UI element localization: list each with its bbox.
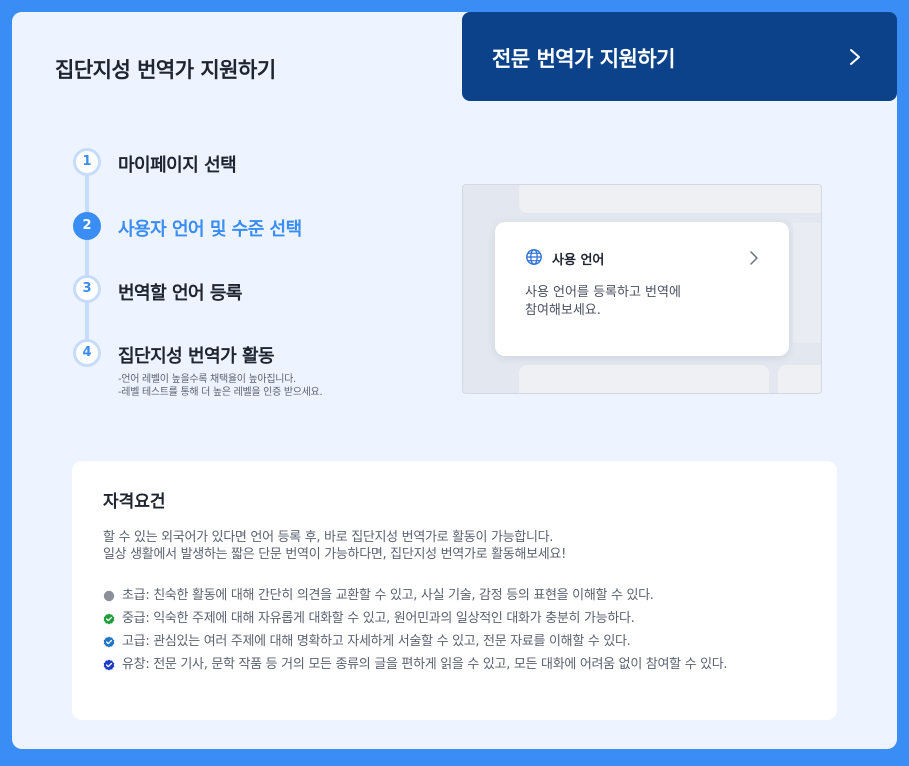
step-4-label: 집단지성 번역가 활동 bbox=[118, 346, 275, 367]
preview-bg-block bbox=[519, 185, 821, 213]
tab-pro-translator-label: 전문 번역가 지원하기 bbox=[492, 47, 676, 71]
preview-language-card: 사용 언어 사용 언어를 등록하고 번역에 참여해보세요. bbox=[495, 222, 789, 356]
step-4-note-test: -레벨 테스트를 통해 더 높은 레벨을 인증 받으세요. bbox=[118, 387, 323, 398]
level-advanced: 고급: 관심있는 여러 주제에 대해 명확하고 자세하게 서술할 수 있고, 전… bbox=[103, 633, 803, 650]
preview-illustration: 사용 언어 사용 언어를 등록하고 번역에 참여해보세요. bbox=[462, 184, 822, 394]
requirements-intro-line: 일상 생활에서 발생하는 짧은 단문 번역이 가능하다면, 집단지성 번역가로 … bbox=[103, 547, 566, 562]
preview-bg-block bbox=[793, 223, 821, 343]
requirements-card: 자격요건 할 수 있는 외국어가 있다면 언어 등록 후, 바로 집단지성 번역… bbox=[72, 461, 837, 720]
step-4-number: 4 bbox=[73, 339, 101, 367]
preview-bg-block bbox=[519, 365, 769, 393]
green-check-badge-icon bbox=[103, 613, 115, 625]
requirements-intro-line: 할 수 있는 외국어가 있다면 언어 등록 후, 바로 집단지성 번역가로 활동… bbox=[103, 530, 554, 545]
preview-bg-block bbox=[778, 365, 821, 393]
step-connector-line bbox=[85, 176, 89, 352]
requirements-intro: 할 수 있는 외국어가 있다면 언어 등록 후, 바로 집단지성 번역가로 활동… bbox=[103, 529, 803, 563]
globe-icon bbox=[525, 248, 543, 266]
gray-dot-icon bbox=[103, 590, 115, 602]
level-intermediate-text: 중급: 익숙한 주제에 대해 자유롭게 대화할 수 있고, 원어민과의 일상적인… bbox=[122, 611, 635, 626]
chevron-right-icon bbox=[749, 250, 759, 266]
step-1-number: 1 bbox=[73, 148, 101, 176]
tab-crowd-translator-label: 집단지성 번역가 지원하기 bbox=[55, 58, 276, 82]
requirements-title: 자격요건 bbox=[103, 492, 166, 512]
step-3-number: 3 bbox=[73, 275, 101, 303]
level-advanced-text: 고급: 관심있는 여러 주제에 대해 명확하고 자세하게 서술할 수 있고, 전… bbox=[122, 634, 631, 649]
step-3-label: 번역할 언어 등록 bbox=[118, 283, 242, 304]
preview-card-description: 사용 언어를 등록하고 번역에 참여해보세요. bbox=[525, 284, 725, 320]
blue-check-badge-icon bbox=[103, 636, 115, 648]
level-fluent-text: 유창: 전문 기사, 문학 작품 등 거의 모든 종류의 글을 편하게 읽을 수… bbox=[122, 657, 728, 672]
chevron-right-icon bbox=[848, 47, 862, 67]
preview-card-description-line: 참여해보세요. bbox=[525, 303, 601, 318]
tab-pro-translator[interactable]: 전문 번역가 지원하기 bbox=[462, 12, 897, 101]
step-2-number: 2 bbox=[73, 212, 101, 240]
level-beginner: 초급: 친숙한 활동에 대해 간단히 의견을 교환할 수 있고, 사실 기술, … bbox=[103, 587, 803, 604]
level-beginner-text: 초급: 친숙한 활동에 대해 간단히 의견을 교환할 수 있고, 사실 기술, … bbox=[122, 588, 654, 603]
step-2-label: 사용자 언어 및 수준 선택 bbox=[118, 219, 302, 240]
step-1-label: 마이페이지 선택 bbox=[118, 155, 237, 176]
navy-check-badge-icon bbox=[103, 659, 115, 671]
preview-card-title: 사용 언어 bbox=[552, 253, 605, 268]
preview-card-description-line: 사용 언어를 등록하고 번역에 bbox=[525, 285, 681, 300]
level-fluent: 유창: 전문 기사, 문학 작품 등 거의 모든 종류의 글을 편하게 읽을 수… bbox=[103, 656, 803, 673]
tab-crowd-translator[interactable]: 집단지성 번역가 지원하기 bbox=[12, 12, 447, 116]
level-intermediate: 중급: 익숙한 주제에 대해 자유롭게 대화할 수 있고, 원어민과의 일상적인… bbox=[103, 610, 803, 627]
